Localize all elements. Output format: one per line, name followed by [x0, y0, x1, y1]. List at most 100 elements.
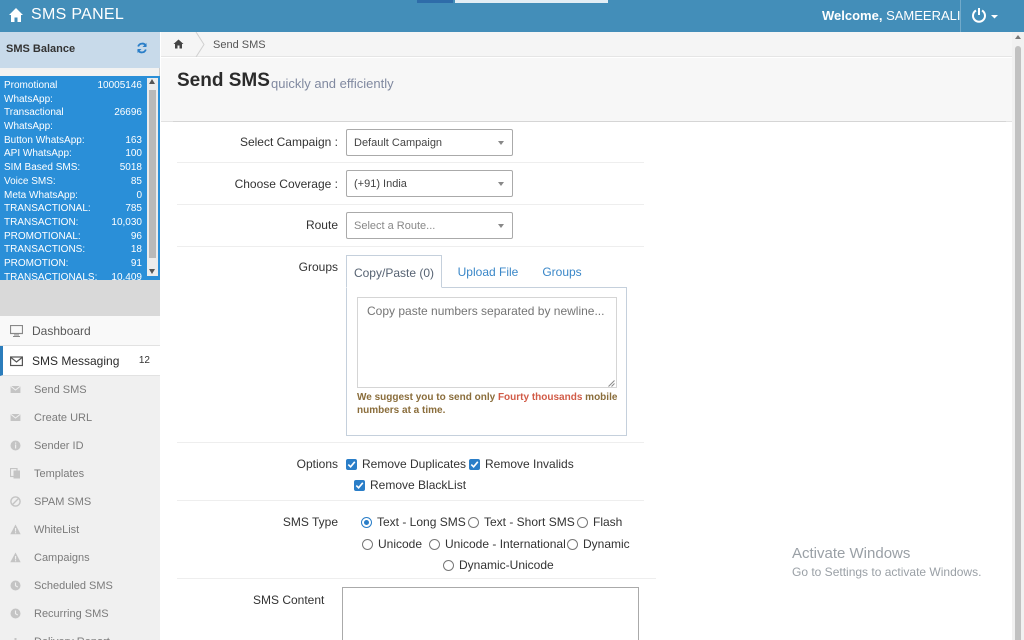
page-scrollbar[interactable]	[1012, 32, 1024, 640]
balance-value: 10005146	[97, 80, 143, 91]
sms-type-unicode-intl-radio[interactable]	[429, 539, 440, 550]
sidebar-subitem-delivery-report[interactable]: Delivery Report	[0, 628, 160, 640]
clock-icon	[10, 580, 21, 591]
remove-blacklist-checkbox[interactable]	[354, 480, 365, 491]
power-menu-button[interactable]	[970, 6, 1002, 26]
sms-type-option-label[interactable]: Text - Short SMS	[484, 515, 575, 529]
scroll-thumb[interactable]	[1015, 46, 1021, 640]
brand-title[interactable]: SMS PANEL	[31, 6, 124, 24]
sms-type-option-label[interactable]: Dynamic	[583, 537, 630, 551]
sidebar-subitem-sender-id[interactable]: Sender ID	[0, 432, 160, 460]
remove-duplicates-checkbox[interactable]	[346, 459, 357, 470]
ban-icon	[10, 496, 21, 507]
balance-label: Button WhatsApp:	[4, 134, 85, 146]
sidebar-subitem-label: SPAM SMS	[34, 496, 92, 508]
sidebar-item-sms-messaging[interactable]: SMS Messaging 12	[0, 346, 160, 376]
sidebar-subitem-recurring-sms[interactable]: Recurring SMS	[0, 600, 160, 628]
sidebar-subitem-scheduled-sms[interactable]: Scheduled SMS	[0, 572, 160, 600]
balance-rows: Promotional 10005146 WhatsApp: Transactiona…	[4, 79, 142, 280]
balance-row: API WhatsApp: 100	[4, 147, 142, 161]
sidebar-item-dashboard[interactable]: Dashboard	[0, 316, 160, 346]
tab-upload-file[interactable]: Upload File	[446, 255, 530, 288]
copy-paste-pane: We suggest you to send only Fourty thous…	[346, 287, 627, 436]
sidebar-subitem-label: Sender ID	[34, 440, 84, 452]
balance-value: 0	[136, 189, 142, 201]
balance-row: Meta WhatsApp: 0	[4, 189, 142, 203]
chart-icon	[14, 638, 17, 640]
campaign-select[interactable]: Default Campaign	[346, 129, 513, 156]
sidebar-subitem-whitelist[interactable]: WhiteList	[0, 516, 160, 544]
coverage-value: (+91) India	[354, 178, 407, 190]
sms-balance-list[interactable]: Promotional 10005146 WhatsApp: Transactiona…	[0, 76, 160, 280]
balance-scrollbar[interactable]	[147, 78, 158, 276]
sms-content-textarea[interactable]	[342, 587, 639, 640]
sms-balance-header: SMS Balance	[0, 32, 160, 68]
numbers-textarea[interactable]	[357, 297, 617, 388]
route-select[interactable]: Select a Route...	[346, 212, 513, 239]
coverage-select[interactable]: (+91) India	[346, 170, 513, 197]
balance-row: PROMOTION: 91	[4, 257, 142, 271]
sms-type-option-label[interactable]: Dynamic-Unicode	[459, 558, 554, 572]
sms-type-option-label[interactable]: Text - Long SMS	[377, 515, 466, 529]
username: SAMEERALI	[886, 8, 961, 23]
balance-value: 163	[125, 134, 142, 146]
navbar-divider	[960, 0, 961, 32]
tab-copy-paste[interactable]: Copy/Paste (0)	[346, 255, 442, 288]
tab-groups[interactable]: Groups	[532, 255, 592, 288]
breadcrumb-current: Send SMS	[213, 39, 266, 51]
sidebar-subitem-spam-sms[interactable]: SPAM SMS	[0, 488, 160, 516]
sms-type-option-label[interactable]: Flash	[593, 515, 622, 529]
sms-type-dynamic-unicode-radio[interactable]	[443, 560, 454, 571]
breadcrumb-separator-icon	[195, 32, 205, 57]
form-row-route: Route Select a Route...	[177, 205, 644, 247]
tab-label: Copy/Paste (0)	[353, 266, 435, 280]
envelope-icon	[10, 385, 21, 393]
sidebar-subitem-label: Send SMS	[34, 384, 87, 396]
form-row-coverage: Choose Coverage : (+91) India	[177, 163, 644, 205]
home-icon[interactable]	[173, 39, 184, 49]
sms-type-unicode-radio[interactable]	[362, 539, 373, 550]
balance-label: Promotional	[4, 80, 58, 91]
top-navbar: SMS PANEL Welcome, SAMEERALI	[0, 0, 1024, 32]
sms-type-option-label[interactable]: Unicode - International	[445, 537, 566, 551]
sidebar-subitem-send-sms[interactable]: Send SMS	[0, 376, 160, 404]
chevron-down-icon	[498, 182, 504, 186]
groups-tabs: Copy/Paste (0) Upload File Groups We sug…	[346, 255, 627, 436]
sidebar-subitem-create-url[interactable]: Create URL	[0, 404, 160, 432]
balance-value: 96	[130, 230, 142, 242]
sms-type-text-long-radio[interactable]	[361, 517, 372, 528]
resize-grip-icon[interactable]	[608, 380, 615, 387]
sidebar-menu: Dashboard SMS Messaging 12 Send SMS Creat…	[0, 316, 160, 640]
form-row-campaign: Select Campaign : Default Campaign	[177, 128, 644, 163]
home-icon[interactable]	[8, 7, 24, 23]
sidebar-subitem-templates[interactable]: Templates	[0, 460, 160, 488]
remove-invalids-checkbox[interactable]	[469, 459, 480, 470]
balance-label: TRANSACTIONS:	[4, 244, 86, 256]
sidebar-subitem-campaigns[interactable]: Campaigns	[0, 544, 160, 572]
remove-invalids-label[interactable]: Remove Invalids	[485, 457, 574, 471]
balance-value: 85	[130, 175, 142, 187]
header-divider	[173, 121, 1006, 122]
balance-label: Meta WhatsApp:	[4, 189, 78, 201]
balance-value: 18	[130, 244, 142, 256]
chevron-down-icon	[498, 141, 504, 145]
warning-icon	[10, 552, 21, 563]
scroll-up-arrow[interactable]	[149, 79, 155, 84]
balance-row: SIM Based SMS: 5018	[4, 161, 142, 175]
refresh-icon[interactable]	[136, 42, 148, 54]
remove-duplicates-label[interactable]: Remove Duplicates	[362, 457, 466, 471]
sms-type-dynamic-radio[interactable]	[567, 539, 578, 550]
balance-label: PROMOTIONAL:	[4, 230, 81, 242]
suggestion-highlight: Fourty thousands	[497, 392, 583, 403]
watermark-line2: Go to Settings to activate Windows.	[792, 565, 982, 579]
sms-type-option-label[interactable]: Unicode	[378, 537, 422, 551]
sms-content-label: SMS Content	[253, 593, 325, 607]
scroll-up-arrow[interactable]	[1015, 35, 1021, 39]
sms-type-flash-radio[interactable]	[577, 517, 588, 528]
scroll-thumb[interactable]	[149, 90, 156, 258]
campaign-label: Select Campaign :	[239, 135, 338, 149]
scroll-down-arrow[interactable]	[149, 269, 155, 274]
sms-type-text-short-radio[interactable]	[468, 517, 479, 528]
remove-blacklist-label[interactable]: Remove BlackList	[370, 478, 466, 492]
welcome-prefix: Welcome,	[822, 8, 883, 23]
